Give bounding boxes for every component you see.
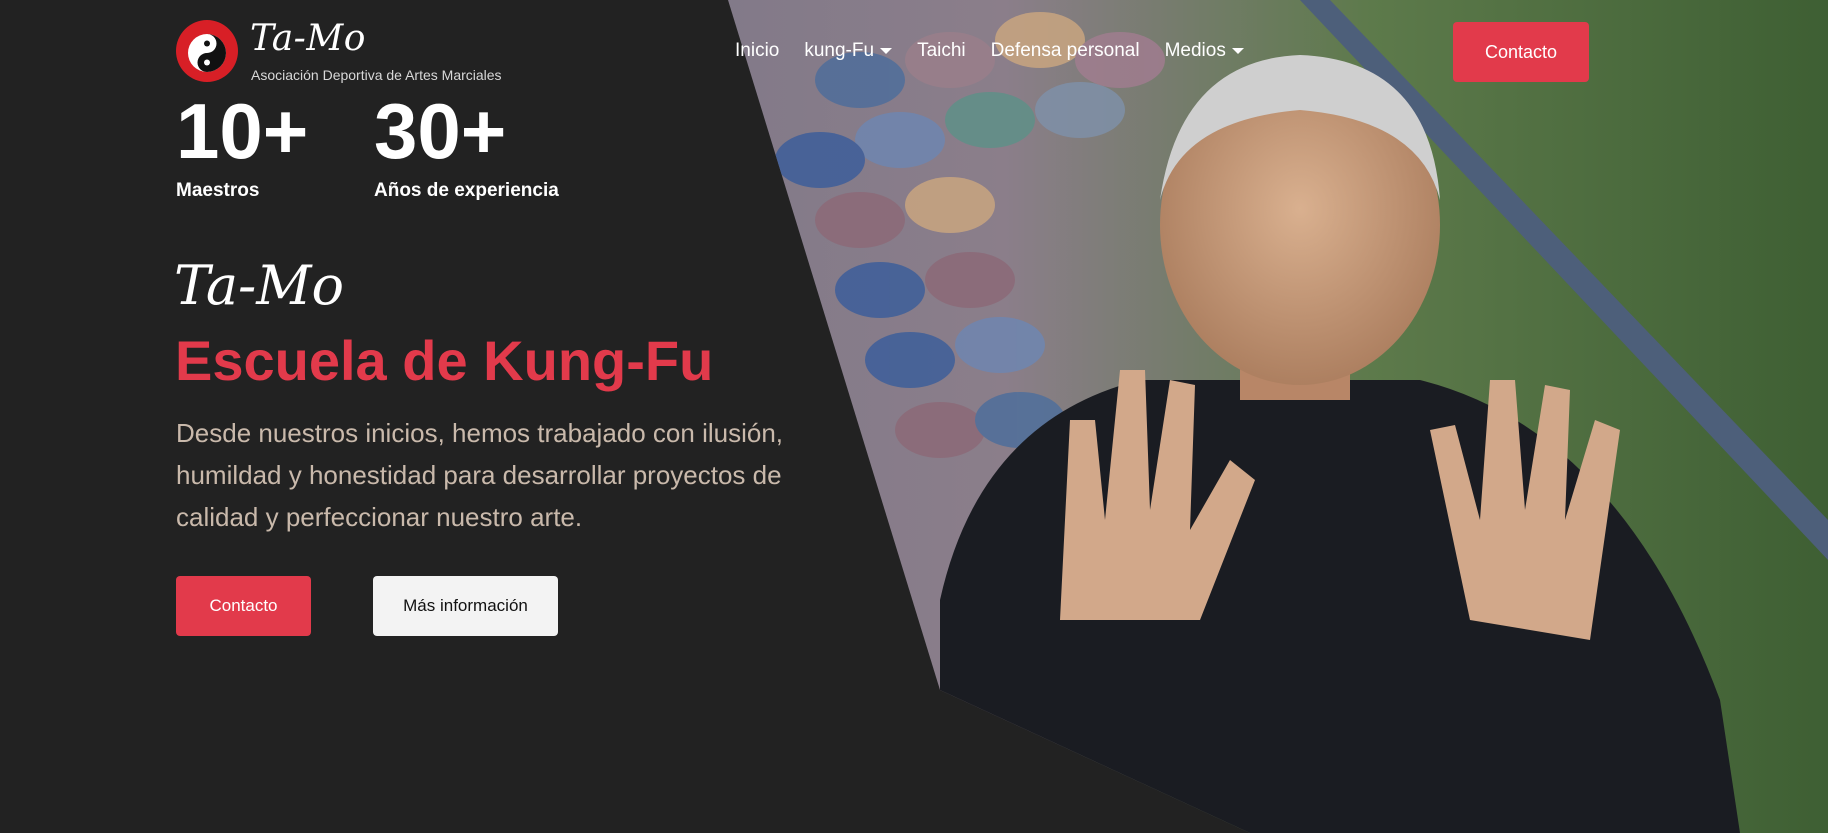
nav-item-label: kung-Fu [804, 40, 875, 61]
hero-description: Desde nuestros inicios, hemos trabajado … [176, 418, 784, 532]
header-contact-button[interactable]: Contacto [1453, 22, 1589, 82]
site-header: Ta-Mo Asociación Deportiva de Artes Marc… [0, 0, 1828, 100]
nav-item-label: Medios [1164, 40, 1226, 61]
stat-value: 30+ [374, 87, 507, 175]
nav-item-label: Defensa personal [990, 40, 1140, 61]
stat-label: Maestros [176, 180, 260, 201]
nav-item-kung-fu[interactable]: kung-Fu [804, 40, 893, 62]
brand-subtitle: Asociación Deportiva de Artes Marciales [251, 67, 502, 83]
stat-value: 10+ [176, 87, 309, 175]
nav-item-medios[interactable]: Medios [1165, 40, 1244, 62]
hero-contact-button[interactable]: Contacto [176, 576, 311, 636]
nav-item-label: Inicio [735, 40, 780, 61]
stat-experiencia: 30+ Años de experiencia [374, 92, 559, 202]
nav-item-inicio[interactable]: Inicio [735, 40, 779, 62]
hero-brand-script: Ta-Mo [174, 254, 345, 317]
stat-label: Años de experiencia [374, 180, 559, 201]
nav-item-taichi[interactable]: Taichi [917, 40, 966, 62]
more-info-button[interactable]: Más información [373, 576, 558, 636]
nav-item-label: Taichi [917, 40, 966, 61]
hero-title: Escuela de Kung-Fu [175, 329, 714, 392]
caret-down-icon [1231, 48, 1244, 54]
brand-name[interactable]: Ta-Mo [250, 18, 366, 59]
nav-item-defensa-personal[interactable]: Defensa personal [991, 40, 1140, 62]
yin-yang-logo-icon[interactable] [176, 20, 238, 82]
stat-maestros: 10+ Maestros [176, 92, 308, 202]
main-nav: Inicio kung-Fu Taichi Defensa personal M… [735, 40, 1244, 62]
caret-down-icon [880, 48, 893, 54]
